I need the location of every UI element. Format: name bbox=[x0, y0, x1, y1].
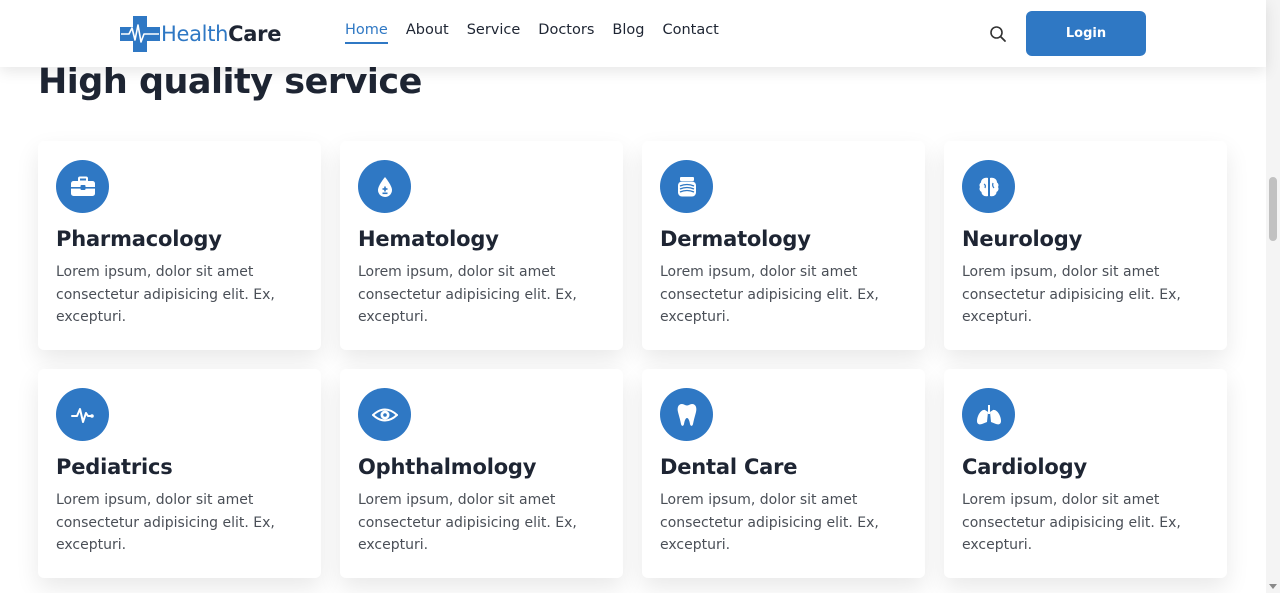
nav-home[interactable]: Home bbox=[345, 22, 388, 44]
brain-icon bbox=[962, 160, 1015, 213]
card-title: Dental Care bbox=[660, 455, 798, 479]
card-text: Lorem ipsum, dolor sit amet consectetur … bbox=[962, 492, 1181, 553]
main-nav: Home About Service Doctors Blog Contact bbox=[345, 22, 737, 44]
section-title: High quality service bbox=[38, 62, 422, 102]
nav-contact[interactable]: Contact bbox=[662, 22, 718, 44]
card-text: Lorem ipsum, dolor sit amet consectetur … bbox=[660, 264, 879, 325]
scroll-down-arrow-icon[interactable] bbox=[1269, 584, 1277, 589]
service-card-pediatrics[interactable]: Pediatrics Lorem ipsum, dolor sit amet c… bbox=[38, 369, 321, 578]
navbar: HealthCare Home About Service Doctors Bl… bbox=[0, 0, 1266, 67]
nav-doctors[interactable]: Doctors bbox=[538, 22, 594, 44]
heartbeat-icon bbox=[56, 388, 109, 441]
card-text: Lorem ipsum, dolor sit amet consectetur … bbox=[358, 492, 577, 553]
nav-service[interactable]: Service bbox=[467, 22, 521, 44]
blood-drop-icon bbox=[358, 160, 411, 213]
tooth-icon bbox=[660, 388, 713, 441]
search-icon[interactable] bbox=[988, 24, 1008, 44]
lungs-icon bbox=[962, 388, 1015, 441]
medical-cross-icon bbox=[120, 16, 160, 52]
card-text: Lorem ipsum, dolor sit amet consectetur … bbox=[962, 264, 1181, 325]
login-button[interactable]: Login bbox=[1026, 11, 1146, 56]
card-title: Ophthalmology bbox=[358, 455, 537, 479]
card-text: Lorem ipsum, dolor sit amet consectetur … bbox=[358, 264, 577, 325]
card-title: Hematology bbox=[358, 227, 499, 251]
medical-kit-icon bbox=[56, 160, 109, 213]
nav-blog[interactable]: Blog bbox=[612, 22, 644, 44]
skin-jar-icon bbox=[660, 160, 713, 213]
card-title: Dermatology bbox=[660, 227, 811, 251]
eye-icon bbox=[358, 388, 411, 441]
card-text: Lorem ipsum, dolor sit amet consectetur … bbox=[660, 492, 879, 553]
services-grid: Pharmacology Lorem ipsum, dolor sit amet… bbox=[38, 141, 1227, 578]
card-title: Cardiology bbox=[962, 455, 1087, 479]
card-title: Neurology bbox=[962, 227, 1083, 251]
brand-logo[interactable]: HealthCare bbox=[120, 16, 281, 52]
nav-about[interactable]: About bbox=[406, 22, 449, 44]
service-card-hematology[interactable]: Hematology Lorem ipsum, dolor sit amet c… bbox=[340, 141, 623, 350]
service-card-cardiology[interactable]: Cardiology Lorem ipsum, dolor sit amet c… bbox=[944, 369, 1227, 578]
service-card-pharmacology[interactable]: Pharmacology Lorem ipsum, dolor sit amet… bbox=[38, 141, 321, 350]
scrollbar-thumb[interactable] bbox=[1269, 177, 1277, 241]
card-text: Lorem ipsum, dolor sit amet consectetur … bbox=[56, 264, 275, 325]
service-card-dental-care[interactable]: Dental Care Lorem ipsum, dolor sit amet … bbox=[642, 369, 925, 578]
card-title: Pediatrics bbox=[56, 455, 173, 479]
card-title: Pharmacology bbox=[56, 227, 222, 251]
scrollbar[interactable] bbox=[1266, 0, 1280, 593]
service-card-neurology[interactable]: Neurology Lorem ipsum, dolor sit amet co… bbox=[944, 141, 1227, 350]
service-card-ophthalmology[interactable]: Ophthalmology Lorem ipsum, dolor sit ame… bbox=[340, 369, 623, 578]
card-text: Lorem ipsum, dolor sit amet consectetur … bbox=[56, 492, 275, 553]
brand-name: HealthCare bbox=[161, 22, 282, 46]
service-card-dermatology[interactable]: Dermatology Lorem ipsum, dolor sit amet … bbox=[642, 141, 925, 350]
